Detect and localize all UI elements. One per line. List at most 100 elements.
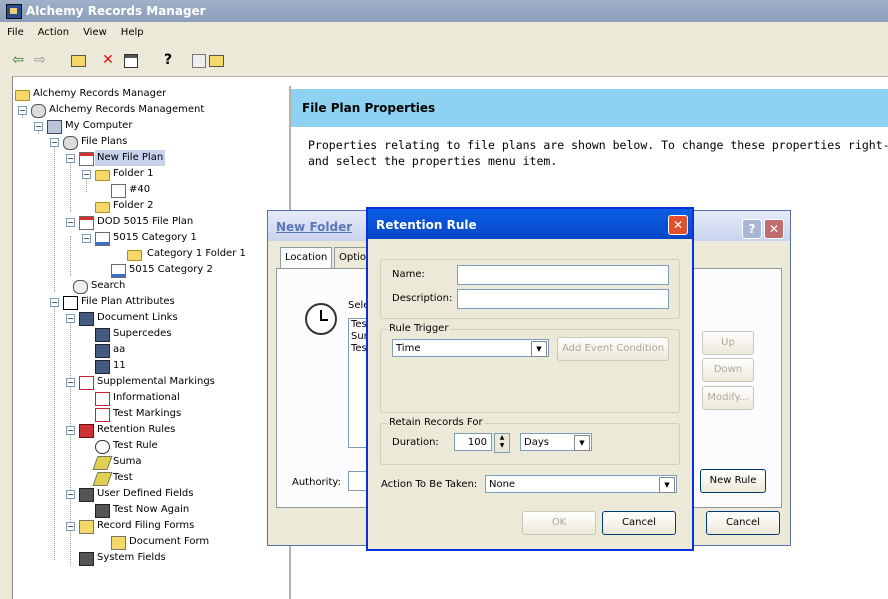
event-rule-icon bbox=[92, 472, 113, 486]
help-icon[interactable]: ? bbox=[160, 53, 176, 68]
cancel-button[interactable]: Cancel bbox=[602, 511, 676, 535]
new-folder-icon[interactable] bbox=[208, 53, 224, 68]
description-line-1: Properties relating to file plans are sh… bbox=[308, 138, 888, 152]
tree-label: Informational bbox=[113, 392, 180, 403]
left-scroll-edge bbox=[0, 76, 13, 599]
tree-label: File Plans bbox=[81, 136, 128, 147]
add-event-condition-button[interactable]: Add Event Condition bbox=[557, 337, 669, 361]
tree-label: Test Now Again bbox=[113, 504, 190, 515]
tree-label: 5015 Category 2 bbox=[129, 264, 213, 275]
retention-rules-icon bbox=[79, 424, 94, 438]
collapse-icon[interactable]: − bbox=[50, 138, 59, 147]
file-plan-icon bbox=[79, 216, 94, 230]
forms-icon bbox=[79, 520, 94, 534]
tree-label: Supplemental Markings bbox=[97, 376, 215, 387]
up-folder-icon[interactable] bbox=[70, 53, 86, 68]
menu-view[interactable]: View bbox=[76, 22, 114, 44]
tree-label: Document Form bbox=[129, 536, 210, 547]
collapse-icon[interactable]: − bbox=[66, 378, 75, 387]
delete-icon[interactable]: ✕ bbox=[100, 53, 116, 68]
menu-help[interactable]: Help bbox=[114, 22, 151, 44]
document-link-icon bbox=[95, 360, 110, 374]
folder-icon bbox=[127, 250, 142, 261]
cancel-button[interactable]: Cancel bbox=[706, 511, 780, 535]
rule-trigger-title: Rule Trigger bbox=[387, 323, 451, 334]
chevron-down-icon[interactable]: ▼ bbox=[531, 341, 547, 357]
up-button[interactable]: Up bbox=[702, 331, 754, 355]
event-rule-icon bbox=[92, 456, 113, 470]
collapse-icon[interactable]: − bbox=[18, 106, 27, 115]
attributes-icon bbox=[63, 296, 78, 310]
tree-label: Retention Rules bbox=[97, 424, 176, 435]
help-icon[interactable]: ? bbox=[742, 219, 762, 239]
marking-icon bbox=[95, 408, 110, 422]
collapse-icon[interactable]: − bbox=[66, 218, 75, 227]
toolbar: ⇦ ⇨ ✕ ? bbox=[0, 44, 888, 77]
document-link-icon bbox=[79, 312, 94, 326]
trigger-select[interactable]: Time ▼ bbox=[392, 339, 549, 357]
retain-records-title: Retain Records For bbox=[387, 417, 485, 428]
document-link-icon bbox=[95, 328, 110, 342]
tree-label: 11 bbox=[113, 360, 126, 371]
folder-icon bbox=[95, 170, 110, 181]
properties-header: File Plan Properties bbox=[291, 89, 888, 127]
chevron-down-icon[interactable]: ▼ bbox=[574, 435, 590, 451]
new-rule-button[interactable]: New Rule bbox=[700, 469, 766, 493]
chevron-down-icon[interactable]: ▼ bbox=[659, 477, 675, 493]
tree-label: Document Links bbox=[97, 312, 178, 323]
description-input[interactable] bbox=[457, 289, 669, 309]
tree-label: Supercedes bbox=[113, 328, 172, 339]
retention-rule-title: Retention Rule bbox=[376, 218, 477, 232]
name-input[interactable] bbox=[457, 265, 669, 285]
tree-label: New File Plan bbox=[95, 150, 166, 166]
back-arrow-icon[interactable]: ⇦ bbox=[10, 53, 26, 68]
collapse-icon[interactable]: − bbox=[66, 490, 75, 499]
clock-icon bbox=[95, 440, 110, 454]
duration-spinner[interactable]: ▲ ▼ bbox=[494, 433, 510, 453]
properties-description: Properties relating to file plans are sh… bbox=[308, 137, 888, 169]
tree-label: System Fields bbox=[97, 552, 166, 563]
file-plans-icon bbox=[63, 136, 78, 150]
action-value: None bbox=[489, 479, 516, 490]
modify-button[interactable]: Modify... bbox=[702, 386, 754, 410]
collapse-icon[interactable]: − bbox=[66, 314, 75, 323]
action-select[interactable]: None ▼ bbox=[485, 475, 677, 493]
properties-title: File Plan Properties bbox=[302, 101, 436, 115]
name-label: Name: bbox=[392, 269, 425, 280]
down-button[interactable]: Down bbox=[702, 358, 754, 382]
tree-label: File Plan Attributes bbox=[81, 296, 175, 307]
tree-label: Test bbox=[113, 472, 133, 483]
duration-unit-value: Days bbox=[524, 437, 549, 448]
category-icon bbox=[111, 264, 126, 278]
collapse-icon[interactable]: − bbox=[66, 426, 75, 435]
authority-input[interactable] bbox=[348, 471, 368, 491]
folder-icon bbox=[15, 90, 30, 101]
tree-label: DOD 5015 File Plan bbox=[97, 216, 194, 227]
show-hide-tree-icon[interactable] bbox=[190, 53, 206, 68]
tab-location[interactable]: Location bbox=[280, 247, 333, 268]
tree-label: Alchemy Records Manager bbox=[33, 88, 167, 99]
collapse-icon[interactable]: − bbox=[66, 522, 75, 531]
forward-arrow-icon[interactable]: ⇨ bbox=[32, 53, 48, 68]
close-icon[interactable]: ✕ bbox=[668, 215, 688, 235]
duration-unit-select[interactable]: Days ▼ bbox=[520, 433, 592, 451]
collapse-icon[interactable]: − bbox=[66, 154, 75, 163]
ok-button[interactable]: OK bbox=[522, 511, 596, 535]
description-line-2: and select the properties menu item. bbox=[308, 154, 558, 168]
duration-input[interactable]: 100 bbox=[454, 433, 492, 451]
collapse-icon[interactable]: − bbox=[50, 298, 59, 307]
tree-label: Search bbox=[91, 280, 126, 291]
tree-label: Alchemy Records Management bbox=[49, 104, 205, 115]
collapse-icon[interactable]: − bbox=[34, 122, 43, 131]
tree-label: My Computer bbox=[65, 120, 133, 131]
menu-file[interactable]: File bbox=[0, 22, 31, 44]
close-icon[interactable]: ✕ bbox=[764, 219, 784, 239]
menu-bar: File Action View Help bbox=[0, 22, 888, 44]
alchemy-app-icon bbox=[6, 4, 22, 19]
menu-action[interactable]: Action bbox=[31, 22, 76, 44]
collapse-icon[interactable]: − bbox=[82, 170, 91, 179]
tree-label: Test Markings bbox=[113, 408, 182, 419]
properties-icon[interactable] bbox=[122, 53, 138, 68]
marking-icon bbox=[95, 392, 110, 406]
collapse-icon[interactable]: − bbox=[82, 234, 91, 243]
